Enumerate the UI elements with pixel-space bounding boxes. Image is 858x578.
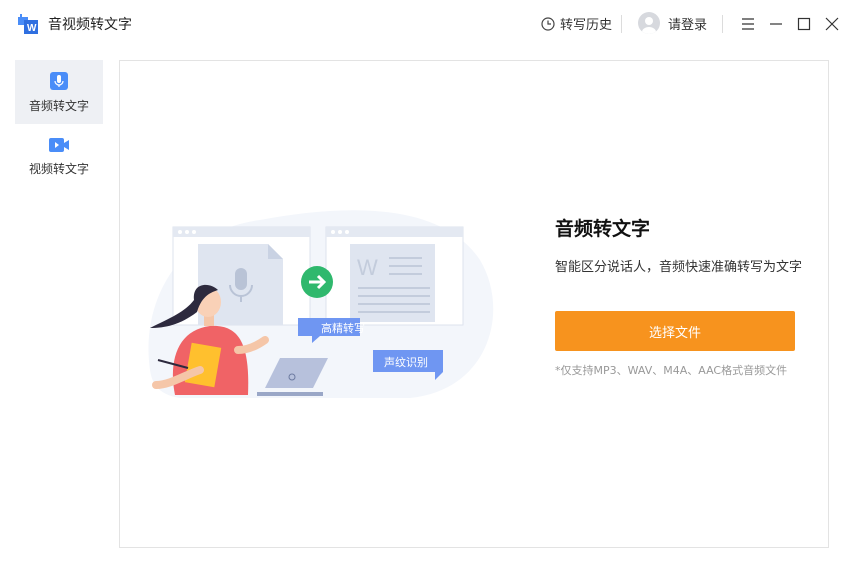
divider — [621, 15, 622, 33]
divider — [722, 15, 723, 33]
feature-description: 智能区分说话人，音频快速准确转写为文字 — [555, 260, 803, 275]
close-icon[interactable] — [822, 14, 842, 34]
history-button[interactable]: 转写历史 — [541, 14, 612, 33]
app-logo-icon: W — [18, 14, 38, 34]
sidebar-item-audio-to-text[interactable]: 音频转文字 — [15, 60, 103, 124]
clock-icon — [541, 16, 555, 31]
bubble-label-voiceprint: 声纹识别 — [384, 355, 428, 369]
user-icon — [642, 17, 656, 34]
choose-file-button[interactable]: 选择文件 — [555, 311, 795, 351]
supported-formats-note: *仅支持MP3、WAV、M4A、AAC格式音频文件 — [555, 364, 788, 377]
sidebar-item-video-to-text[interactable]: 视频转文字 — [15, 124, 103, 188]
svg-text:W: W — [357, 255, 378, 280]
sidebar-item-label: 音频转文字 — [28, 98, 89, 113]
history-label: 转写历史 — [560, 18, 613, 33]
login-label: 请登录 — [668, 17, 708, 33]
title-bar: W 音视频转文字 转写历史 请登录 — [0, 0, 858, 48]
login-button[interactable]: 请登录 — [638, 12, 707, 34]
maximize-icon[interactable] — [794, 14, 814, 34]
avatar — [638, 12, 660, 34]
app-title: 音视频转文字 — [48, 17, 132, 33]
minimize-icon[interactable] — [766, 14, 786, 34]
sidebar-item-label: 视频转文字 — [28, 161, 89, 176]
microphone-icon — [50, 71, 68, 90]
feature-title: 音频转文字 — [555, 218, 651, 240]
menu-icon[interactable] — [738, 14, 758, 34]
illustration: W 高精转写 声纹识别 — [148, 210, 494, 398]
video-camera-icon — [49, 137, 69, 152]
sidebar: 音频转文字 视频转文字 — [15, 60, 103, 188]
svg-text:W: W — [27, 23, 37, 34]
bubble-label-transcription: 高精转写 — [321, 321, 365, 335]
